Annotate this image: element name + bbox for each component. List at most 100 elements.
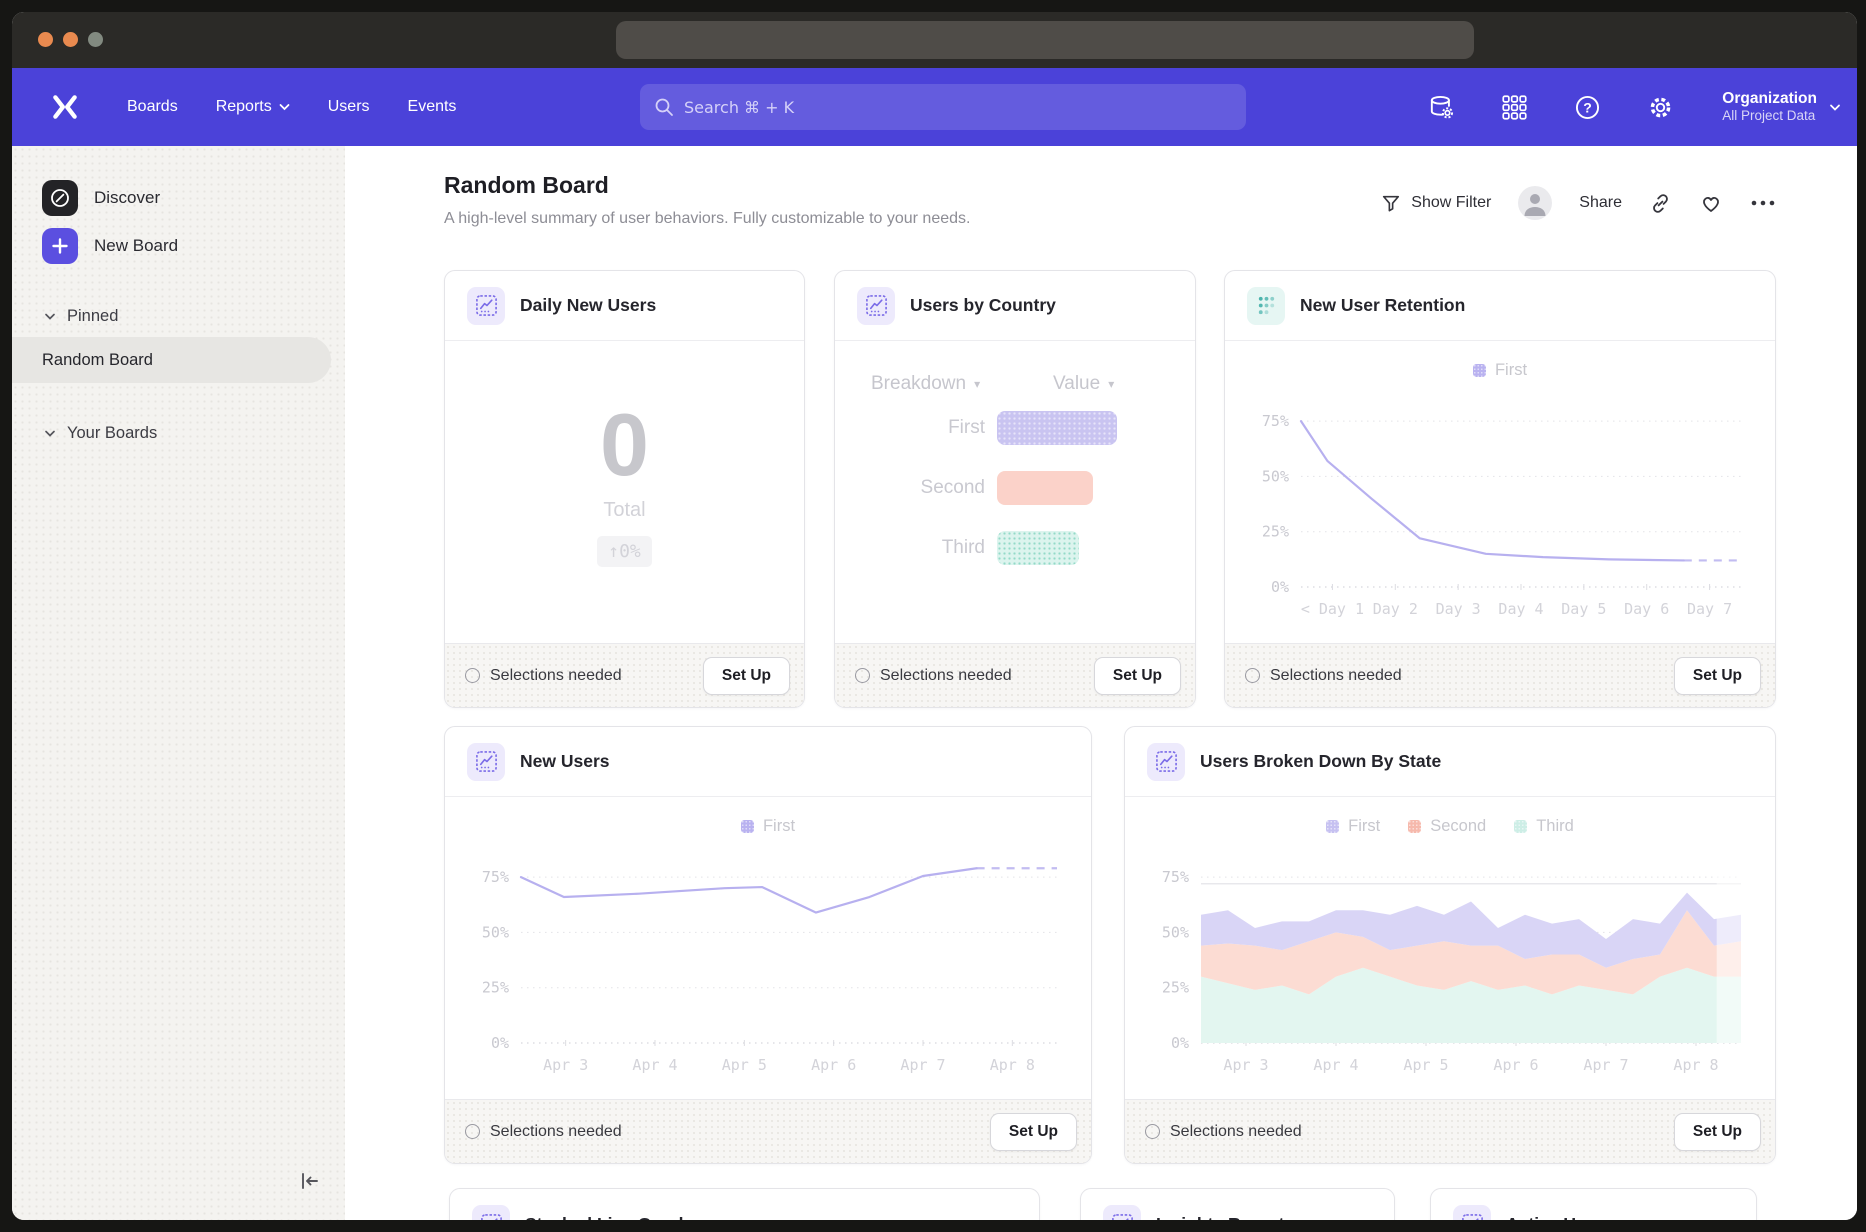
svg-text:Day 3: Day 3 xyxy=(1436,600,1481,618)
show-filter-label: Show Filter xyxy=(1411,194,1491,212)
help-icon[interactable]: ? xyxy=(1574,94,1601,121)
card-users-by-country: Users by Country Breakdown ▾ Value ▾ xyxy=(834,270,1196,708)
card-body: Breakdown ▾ Value ▾ First xyxy=(835,341,1195,643)
search-input[interactable] xyxy=(684,98,1232,117)
search-icon xyxy=(654,97,674,117)
card-header: Daily New Users xyxy=(445,271,804,341)
nav-item-users[interactable]: Users xyxy=(309,88,389,126)
metric-label: Total xyxy=(603,499,645,522)
status-circle-icon xyxy=(855,668,870,683)
apps-grid-icon[interactable] xyxy=(1501,94,1528,121)
page-subtitle: A high-level summary of user behaviors. … xyxy=(444,210,970,228)
sidebar-item-label: Discover xyxy=(94,188,160,208)
person-icon xyxy=(1518,186,1552,220)
card-footer: Selections needed Set Up xyxy=(1125,1099,1775,1163)
global-search[interactable] xyxy=(640,84,1246,130)
svg-text:Apr 6: Apr 6 xyxy=(1493,1056,1538,1074)
nav-item-boards[interactable]: Boards xyxy=(108,88,197,126)
set-up-button[interactable]: Set Up xyxy=(1674,657,1761,695)
svg-text:Day 6: Day 6 xyxy=(1624,600,1669,618)
svg-text:Day 7: Day 7 xyxy=(1687,600,1732,618)
status: Selections needed xyxy=(465,667,622,685)
avatar[interactable] xyxy=(1518,186,1552,220)
more-options-button[interactable] xyxy=(1750,198,1776,208)
svg-text:Day 5: Day 5 xyxy=(1561,600,1606,618)
svg-text:75%: 75% xyxy=(1162,868,1189,886)
card-header: Insights Report xyxy=(1081,1189,1394,1220)
board-toolbar: Show Filter Share xyxy=(1381,186,1776,220)
insights-chart-icon xyxy=(467,287,505,325)
breakdown-row: Third xyxy=(835,531,1195,565)
card-new-user-retention: New User Retention First 75%50%25%0%< Da… xyxy=(1224,270,1776,708)
card-header: Users Broken Down By State xyxy=(1125,727,1775,797)
share-label: Share xyxy=(1579,194,1622,212)
sidebar-item-new-board[interactable]: New Board xyxy=(42,224,345,268)
chevron-down-icon xyxy=(1829,103,1841,112)
card-users-by-state: Users Broken Down By State FirstSecondTh… xyxy=(1124,726,1776,1164)
set-up-button[interactable]: Set Up xyxy=(703,657,790,695)
nav-item-label: Users xyxy=(328,98,370,116)
metric-delta-badge: ↑0% xyxy=(597,536,652,567)
show-filter-button[interactable]: Show Filter xyxy=(1381,193,1491,213)
nav-menu: Boards Reports Users Events xyxy=(108,88,475,126)
status-text: Selections needed xyxy=(490,1123,622,1141)
sidebar-item-discover[interactable]: Discover xyxy=(42,176,345,220)
chevron-down-icon xyxy=(44,429,56,438)
favorite-button[interactable] xyxy=(1699,191,1723,215)
settings-gear-icon[interactable] xyxy=(1647,94,1674,121)
link-icon xyxy=(1649,192,1672,215)
org-project: All Project Data xyxy=(1722,108,1817,125)
breakdown-dropdown[interactable]: Breakdown ▾ xyxy=(871,373,980,395)
zoom-window-button[interactable] xyxy=(88,32,103,47)
insights-chart-icon xyxy=(472,1205,510,1220)
svg-text:Apr 4: Apr 4 xyxy=(1313,1056,1358,1074)
card-title: Users by Country xyxy=(910,295,1056,316)
row-label: Third xyxy=(835,537,985,559)
address-bar[interactable] xyxy=(616,21,1474,59)
svg-text:50%: 50% xyxy=(482,923,509,941)
set-up-button[interactable]: Set Up xyxy=(1674,1113,1761,1151)
chevron-down-icon xyxy=(44,312,56,321)
set-up-button[interactable]: Set Up xyxy=(1094,657,1181,695)
sidebar-item-random-board[interactable]: Random Board xyxy=(12,337,331,383)
status: Selections needed xyxy=(465,1123,622,1141)
nav-item-label: Boards xyxy=(127,98,178,116)
browser-window: Boards Reports Users Events xyxy=(12,12,1857,1220)
card-stacked-line-graph: Stacked Line Graph xyxy=(449,1188,1040,1220)
ellipsis-icon xyxy=(1750,198,1776,208)
sidebar-section-your-boards[interactable]: Your Boards xyxy=(44,421,345,445)
card-active-users: Active Users xyxy=(1430,1188,1757,1220)
board-name: Random Board xyxy=(42,351,153,370)
sidebar-item-label: New Board xyxy=(94,236,178,256)
minimize-window-button[interactable] xyxy=(63,32,78,47)
retention-grid-icon xyxy=(1247,287,1285,325)
card-new-users: New Users First 75%50%25%0%Apr 3Apr 4Apr… xyxy=(444,726,1092,1164)
mixpanel-logo[interactable] xyxy=(50,93,80,121)
insights-chart-icon xyxy=(1453,1205,1491,1220)
nav-item-events[interactable]: Events xyxy=(389,88,476,126)
share-button[interactable]: Share xyxy=(1579,194,1622,212)
sidebar-section-pinned[interactable]: Pinned xyxy=(44,304,345,328)
card-footer: Selections needed Set Up xyxy=(445,1099,1091,1163)
collapse-sidebar-button[interactable] xyxy=(295,1166,325,1196)
svg-text:Day 4: Day 4 xyxy=(1498,600,1543,618)
data-management-icon[interactable] xyxy=(1428,94,1455,121)
close-window-button[interactable] xyxy=(38,32,53,47)
mixpanel-logo-icon xyxy=(50,93,80,121)
insights-chart-icon xyxy=(1103,1205,1141,1220)
card-body: 0 Total ↑0% xyxy=(445,341,804,643)
nav-item-reports[interactable]: Reports xyxy=(197,88,309,126)
value-dropdown[interactable]: Value ▾ xyxy=(1053,373,1114,395)
svg-text:75%: 75% xyxy=(482,868,509,886)
value-bar xyxy=(997,471,1093,505)
row-label: Second xyxy=(835,477,985,499)
heart-icon xyxy=(1699,191,1723,215)
page-title: Random Board xyxy=(444,172,609,199)
svg-text:0%: 0% xyxy=(1271,578,1289,596)
org-switcher[interactable]: Organization All Project Data xyxy=(1722,89,1841,125)
set-up-button[interactable]: Set Up xyxy=(990,1113,1077,1151)
card-title: Insights Report xyxy=(1156,1214,1284,1221)
copy-link-button[interactable] xyxy=(1649,192,1672,215)
column-label: Breakdown xyxy=(871,373,966,395)
discover-compass-icon xyxy=(42,180,78,216)
